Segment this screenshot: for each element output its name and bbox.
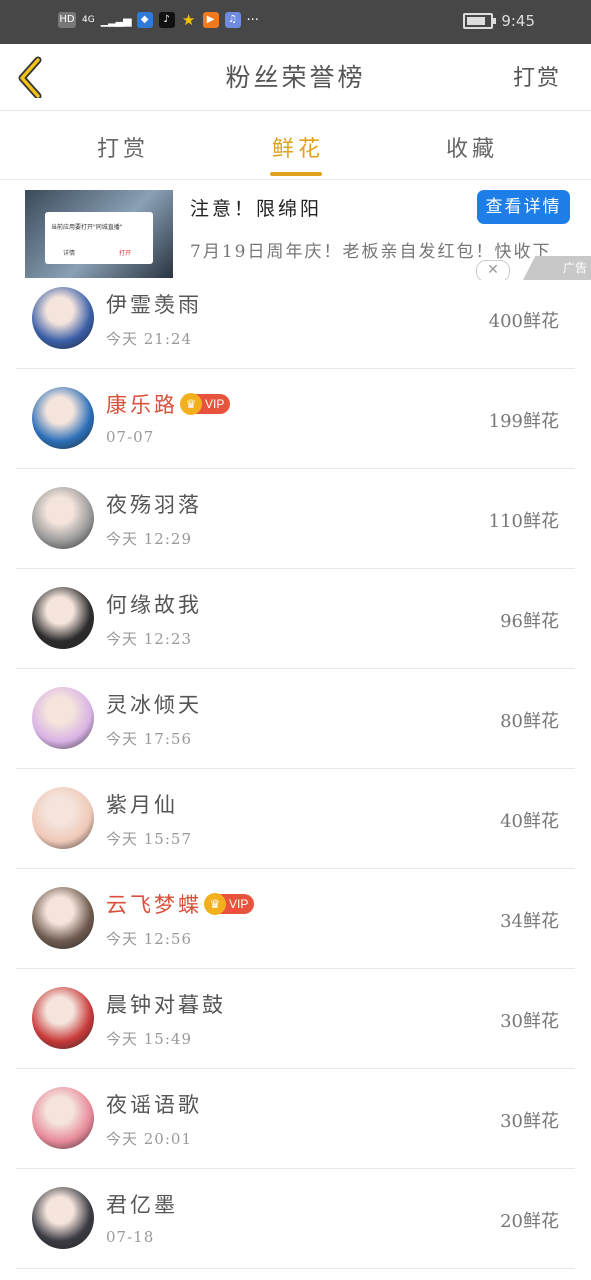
fan-name: 紫月仙 xyxy=(106,793,178,817)
fan-row[interactable]: 何缘故我今天 12:23 96鲜花 xyxy=(16,569,575,669)
network-indicator: 4G xyxy=(82,15,95,25)
fan-row[interactable]: 君亿墨 07-18 20鲜花 xyxy=(16,1169,575,1269)
avatar[interactable] xyxy=(32,587,94,649)
flower-amount: 40鲜花 xyxy=(500,811,559,832)
flower-amount: 30鲜花 xyxy=(500,1011,559,1032)
avatar[interactable] xyxy=(32,1087,94,1149)
fan-name-wrap: 君亿墨 xyxy=(106,1189,178,1219)
signal-icon: ▁▂▃▅ xyxy=(100,13,132,27)
star-app-icon: ★ xyxy=(181,11,196,29)
fan-name-wrap: 夜殇羽落 xyxy=(106,489,202,519)
status-bar: HD 4G ▁▂▃▅ ◆ ♪ ★ ▶ ♫ ··· 9:45 xyxy=(0,0,591,44)
video-app-icon: ▶ xyxy=(202,12,219,28)
fan-name-wrap: 伊霊羡雨 xyxy=(106,289,202,319)
avatar[interactable] xyxy=(32,987,94,1049)
battery-icon xyxy=(463,13,497,29)
ad-dialog-open: 打开 xyxy=(119,250,132,257)
fan-name: 康乐路 xyxy=(106,393,178,417)
vip-badge: ♛ VIP xyxy=(180,393,231,415)
vip-label: VIP xyxy=(205,397,225,411)
fan-row[interactable]: 伊霊羡雨今天 21:24 400鲜花 xyxy=(16,269,575,369)
fan-name: 伊霊羡雨 xyxy=(106,293,202,317)
fan-name-wrap: 紫月仙 xyxy=(106,789,178,819)
ad-image-dialog: 当前应用要打开"同城直播" 详情 打开 xyxy=(45,212,153,264)
fan-row[interactable]: 晨钟对暮鼓今天 15:49 30鲜花 xyxy=(16,969,575,1069)
ad-banner[interactable]: 当前应用要打开"同城直播" 详情 打开 注意！限绵阳 7月19日周年庆！老板亲自… xyxy=(0,180,591,280)
flower-amount: 400鲜花 xyxy=(488,311,559,332)
fan-row[interactable]: 云飞梦蝶 ♛ VIP 今天 12:56 34鲜花 xyxy=(16,869,575,969)
flower-amount: 96鲜花 xyxy=(500,611,559,632)
fan-name: 何缘故我 xyxy=(106,593,202,617)
status-bar-left: HD 4G ▁▂▃▅ ◆ ♪ ★ ▶ ♫ ··· xyxy=(58,12,259,28)
ad-description: 7月19日周年庆！老板亲自发红包！快收下 xyxy=(190,242,552,262)
tab-bar: 打赏 鲜花 收藏 xyxy=(0,111,591,180)
crown-icon: ♛ xyxy=(180,393,202,415)
fan-name: 云飞梦蝶 xyxy=(106,893,202,917)
ad-view-details-button[interactable]: 查看详情 xyxy=(477,190,570,224)
avatar[interactable] xyxy=(32,1187,94,1249)
fan-name: 晨钟对暮鼓 xyxy=(106,993,226,1017)
flower-amount: 20鲜花 xyxy=(500,1211,559,1232)
fan-name-wrap: 云飞梦蝶 ♛ VIP xyxy=(106,889,255,919)
flower-amount: 199鲜花 xyxy=(488,411,559,432)
fan-time: 07-07 xyxy=(106,428,155,446)
avatar[interactable] xyxy=(32,287,94,349)
fan-row[interactable]: 灵冰倾天今天 17:56 80鲜花 xyxy=(16,669,575,769)
ad-dialog-details: 详情 xyxy=(63,250,76,257)
nav-bar: 粉丝荣誉榜 打赏 xyxy=(0,44,591,111)
vip-badge: ♛ VIP xyxy=(204,893,255,915)
ad-image[interactable]: 当前应用要打开"同城直播" 详情 打开 xyxy=(25,190,173,278)
fan-name-wrap: 灵冰倾天 xyxy=(106,689,202,719)
fan-name: 夜谣语歌 xyxy=(106,1093,202,1117)
fan-name: 夜殇羽落 xyxy=(106,493,202,517)
page-title: 粉丝荣誉榜 xyxy=(225,63,366,92)
avatar[interactable] xyxy=(32,787,94,849)
fan-ranking-list: 伊霊羡雨 今天 21:24 400鲜花 康乐路 ♛ VIP 07-07 199鲜花 夜殇羽落 今天… xyxy=(0,269,591,1269)
fan-time: 今天 21:24 xyxy=(106,330,192,348)
fan-time: 今天 15:57 xyxy=(106,830,192,848)
vip-label: VIP xyxy=(229,897,249,911)
fan-time: 今天 15:49 xyxy=(106,1030,192,1048)
flower-amount: 30鲜花 xyxy=(500,1111,559,1132)
flower-amount: 110鲜花 xyxy=(488,511,559,532)
fan-row[interactable]: 夜殇羽落今天 12:29 110鲜花 xyxy=(16,469,575,569)
reward-button[interactable]: 打赏 xyxy=(513,60,561,92)
fan-name-wrap: 夜谣语歌 xyxy=(106,1089,202,1119)
fan-name: 灵冰倾天 xyxy=(106,693,202,717)
music-app-icon: ♫ xyxy=(224,12,241,28)
shield-app-icon: ◆ xyxy=(136,12,153,28)
avatar[interactable] xyxy=(32,387,94,449)
avatar[interactable] xyxy=(32,887,94,949)
flower-amount: 80鲜花 xyxy=(500,711,559,732)
active-tab-indicator xyxy=(270,172,322,176)
tab-reward[interactable]: 打赏 xyxy=(97,131,149,163)
tab-flowers[interactable]: 鲜花 xyxy=(272,131,324,163)
fan-name-wrap: 康乐路 ♛ VIP xyxy=(106,389,231,419)
ad-title: 注意！限绵阳 xyxy=(190,198,323,220)
fan-time: 今天 12:29 xyxy=(106,530,192,548)
fan-name-wrap: 晨钟对暮鼓 xyxy=(106,989,226,1019)
fan-time: 今天 12:23 xyxy=(106,630,192,648)
fan-name-wrap: 何缘故我 xyxy=(106,589,202,619)
fan-row[interactable]: 康乐路 ♛ VIP 07-07 199鲜花 xyxy=(16,369,575,469)
flower-amount: 34鲜花 xyxy=(500,911,559,932)
more-notifications-icon: ··· xyxy=(246,12,259,28)
fan-time: 07-18 xyxy=(106,1228,155,1246)
fan-time: 今天 20:01 xyxy=(106,1130,192,1148)
fan-row[interactable]: 夜谣语歌今天 20:01 30鲜花 xyxy=(16,1069,575,1169)
avatar[interactable] xyxy=(32,687,94,749)
tab-favorites[interactable]: 收藏 xyxy=(446,131,498,163)
avatar[interactable] xyxy=(32,487,94,549)
crown-icon: ♛ xyxy=(204,893,226,915)
clock: 9:45 xyxy=(501,12,535,30)
fan-name: 君亿墨 xyxy=(106,1193,178,1217)
status-bar-right: 9:45 xyxy=(463,12,535,30)
tiktok-icon: ♪ xyxy=(158,12,175,28)
fan-time: 今天 12:56 xyxy=(106,930,192,948)
hd-indicator: HD xyxy=(58,12,76,28)
ad-dialog-text: 当前应用要打开"同城直播" xyxy=(51,224,123,231)
fan-time: 今天 17:56 xyxy=(106,730,192,748)
fan-row[interactable]: 紫月仙今天 15:57 40鲜花 xyxy=(16,769,575,869)
